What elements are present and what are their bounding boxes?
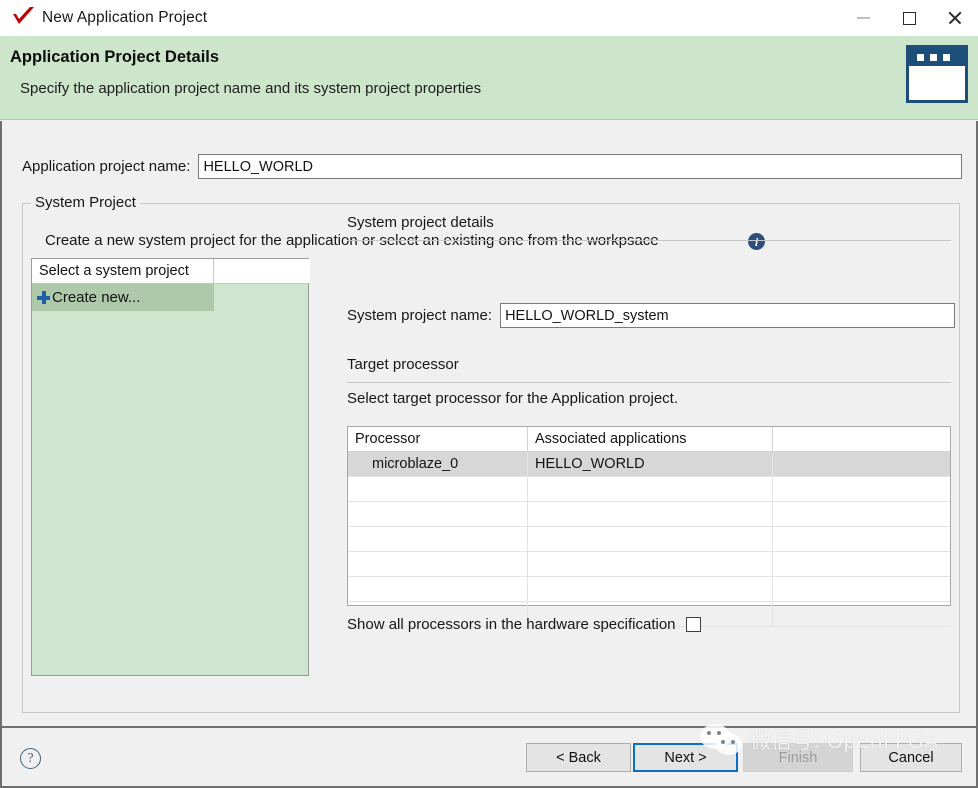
banner: Application Project Details Specify the …	[0, 36, 978, 120]
system-project-name-input[interactable]: HELLO_WORLD_system	[500, 303, 955, 328]
dialog-footer: ? < Back Next > Finish Cancel	[0, 726, 978, 788]
target-processor-description: Select target processor for the Applicat…	[347, 390, 679, 407]
system-project-group-legend: System Project	[31, 194, 140, 211]
application-project-name-label: Application project name:	[22, 158, 191, 175]
cell-applications: HELLO_WORLD	[528, 452, 773, 476]
dialog-icon-dot	[930, 54, 937, 61]
show-all-processors-label: Show all processors in the hardware spec…	[347, 616, 676, 633]
maximize-button[interactable]	[886, 0, 932, 36]
window-controls	[840, 0, 978, 36]
close-icon	[947, 10, 963, 26]
target-processor-title: Target processor	[347, 356, 459, 373]
cell-processor: microblaze_0	[348, 452, 528, 476]
system-project-group: System Project Create a new system proje…	[22, 194, 960, 713]
system-project-name-row: System project name: HELLO_WORLD_system	[347, 303, 955, 328]
cell-applications	[528, 577, 773, 601]
application-project-name-row: Application project name: HELLO_WORLD	[22, 154, 962, 179]
table-row[interactable]	[348, 527, 950, 552]
cell-applications	[528, 552, 773, 576]
cell-extra	[773, 552, 950, 576]
back-button[interactable]: < Back	[526, 743, 631, 772]
section-divider	[347, 240, 951, 241]
list-item-create-new[interactable]: Create new...	[32, 284, 214, 311]
cell-extra	[773, 527, 950, 551]
cell-processor	[348, 577, 528, 601]
cell-applications	[528, 527, 773, 551]
column-header-extra	[773, 427, 950, 451]
cell-extra	[773, 602, 950, 626]
column-header-associated-applications: Associated applications	[528, 427, 773, 451]
table-row[interactable]	[348, 552, 950, 577]
cell-applications	[528, 502, 773, 526]
window-title: New Application Project	[42, 9, 208, 26]
table-row[interactable]	[348, 502, 950, 527]
table-row[interactable]	[348, 577, 950, 602]
cell-processor	[348, 552, 528, 576]
system-project-details-title: System project details	[347, 214, 494, 231]
section-divider	[347, 382, 951, 383]
table-header-row: Processor Associated applications	[348, 427, 950, 452]
plus-icon	[37, 291, 50, 304]
system-project-name-label: System project name:	[347, 307, 493, 324]
page-title: Application Project Details	[10, 48, 220, 66]
cell-extra	[773, 502, 950, 526]
vitis-check-icon	[8, 3, 38, 33]
table-row[interactable]	[348, 477, 950, 502]
close-button[interactable]	[932, 0, 978, 36]
cell-processor	[348, 502, 528, 526]
system-project-list[interactable]: Select a system project Create new...	[31, 258, 310, 676]
window-dialog-icon	[906, 45, 968, 103]
processor-table[interactable]: Processor Associated applications microb…	[347, 426, 951, 627]
page-subtitle: Specify the application project name and…	[20, 80, 482, 97]
dialog-body: Application project name: HELLO_WORLD Sy…	[0, 121, 978, 726]
application-project-name-input[interactable]: HELLO_WORLD	[198, 154, 962, 179]
minimize-button[interactable]	[840, 0, 886, 36]
system-project-list-header-label: Select a system project	[32, 259, 214, 283]
help-question-icon[interactable]: ?	[20, 748, 41, 769]
cell-extra	[773, 577, 950, 601]
title-bar: New Application Project	[0, 0, 978, 36]
new-application-project-dialog: New Application Project Application Proj…	[0, 0, 978, 788]
list-item-label: Create new...	[52, 289, 141, 306]
column-header-processor: Processor	[348, 427, 528, 451]
table-row[interactable]: microblaze_0 HELLO_WORLD	[348, 452, 950, 477]
show-all-processors-checkbox[interactable]	[685, 617, 701, 632]
cell-extra	[773, 477, 950, 501]
cell-processor	[348, 477, 528, 501]
cell-extra	[773, 452, 950, 476]
finish-button: Finish	[743, 743, 853, 772]
cell-applications	[528, 477, 773, 501]
system-project-list-header: Select a system project	[32, 259, 310, 284]
minimize-icon	[856, 17, 870, 19]
dialog-icon-dot	[943, 54, 950, 61]
system-project-details-panel: System project details System project na…	[335, 204, 955, 704]
show-all-processors-row: Show all processors in the hardware spec…	[347, 616, 701, 633]
next-button[interactable]: Next >	[633, 743, 738, 772]
dialog-icon-dot	[917, 54, 924, 61]
cell-processor	[348, 527, 528, 551]
maximize-icon	[902, 11, 916, 25]
cancel-button[interactable]: Cancel	[860, 743, 962, 772]
